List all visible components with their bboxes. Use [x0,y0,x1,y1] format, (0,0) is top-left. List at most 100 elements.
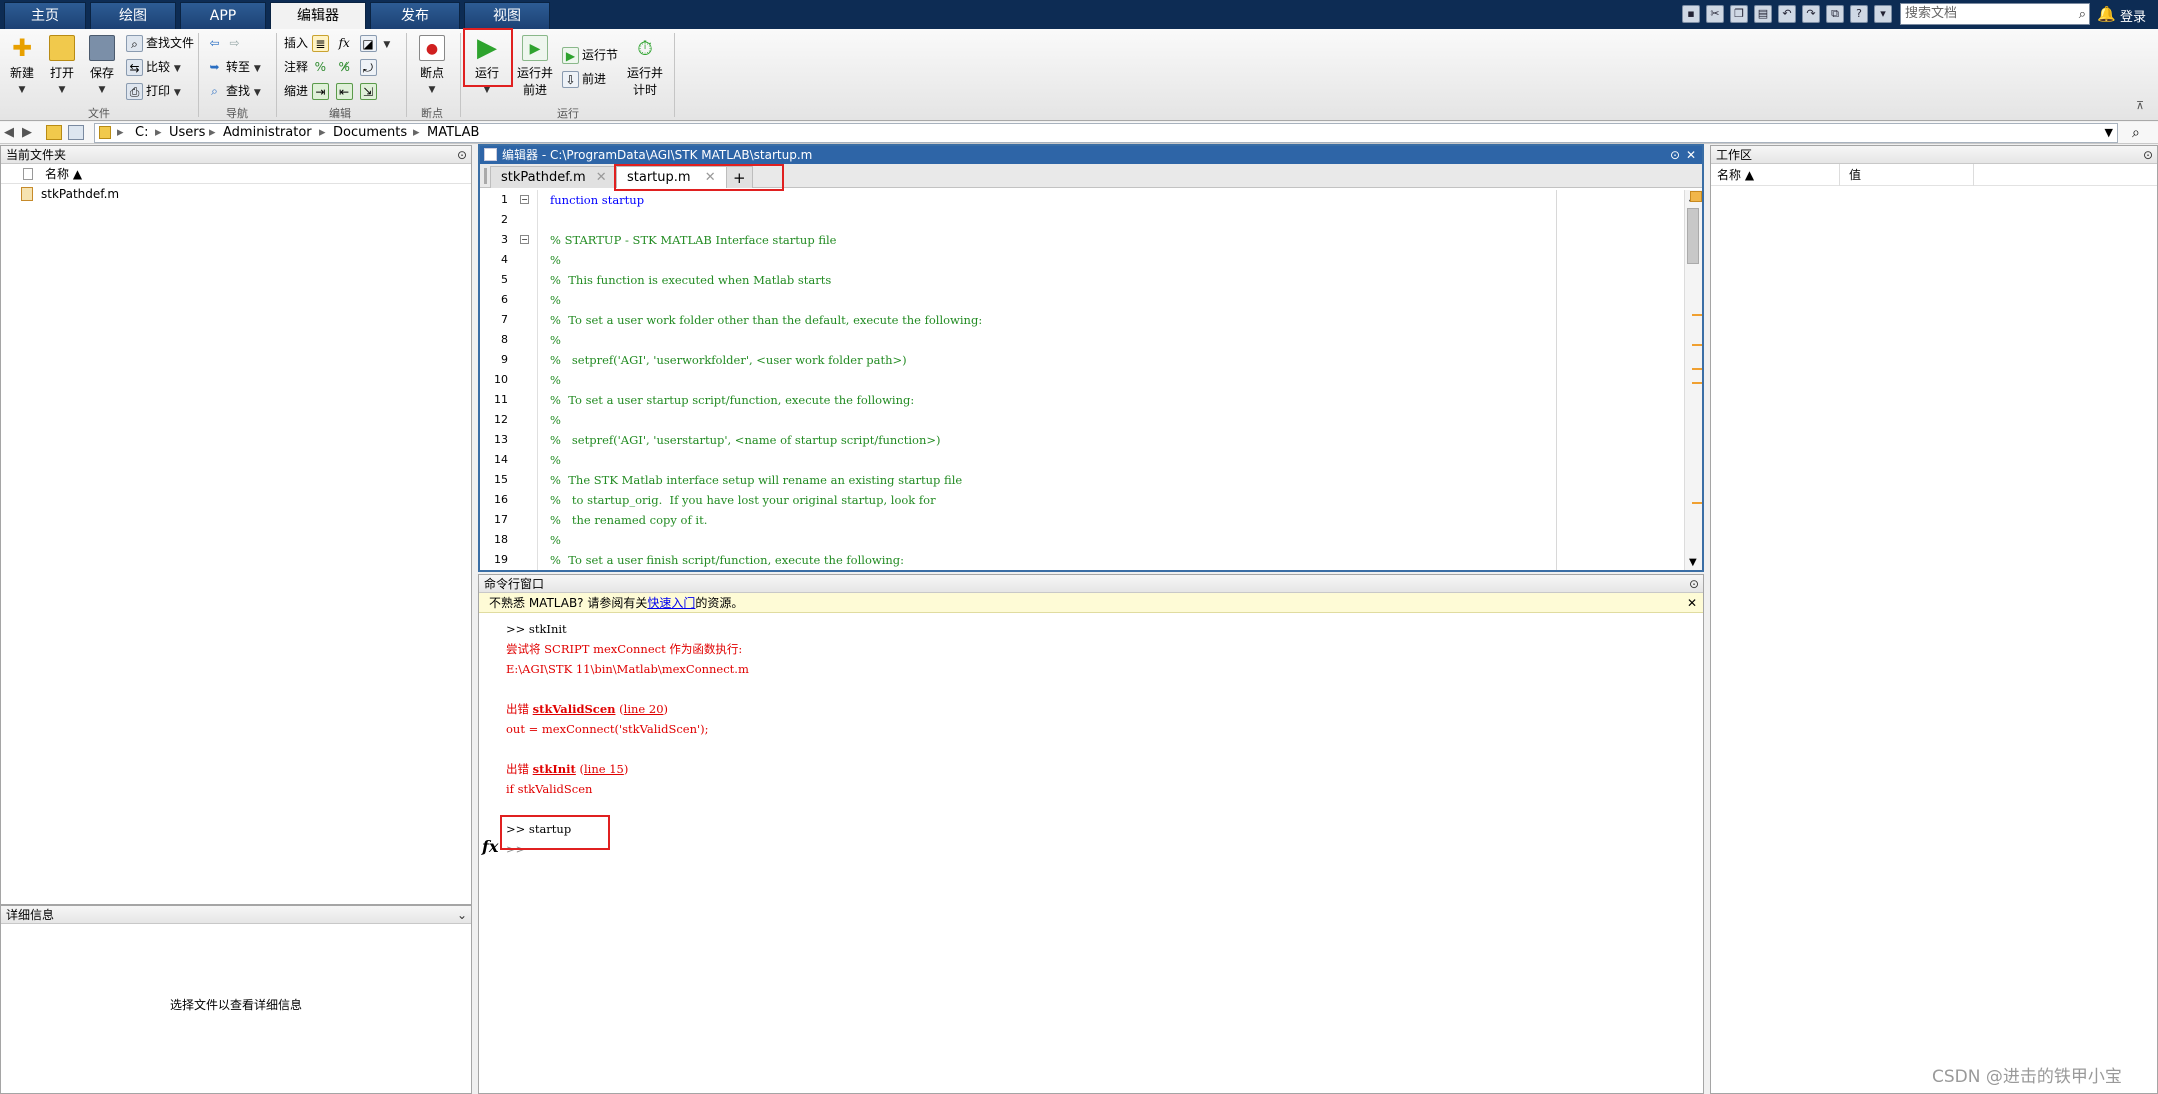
path-separator: ▸ [413,125,420,140]
editor-actions-icon[interactable]: ⊙ [1670,146,1680,164]
command-output[interactable]: >> stkInit 尝试将 SCRIPT mexConnect 作为函数执行:… [479,615,1703,1093]
tab-stkpathdef[interactable]: stkPathdef.m ✕ [490,166,618,188]
open-button[interactable]: 打开 ▼ [44,35,80,95]
redo-icon[interactable]: ↷ [1802,5,1820,23]
tab-plots[interactable]: 绘图 [90,2,176,29]
tab-publish[interactable]: 发布 [370,2,460,29]
group-label-edit: 编辑 [329,107,351,120]
bell-icon[interactable]: 🔔 [2097,5,2116,23]
find-files-button[interactable]: ⌕ 查找文件 [126,33,194,53]
goto-button[interactable]: ➥ 转至 ▼ [206,57,260,77]
column-name-header[interactable]: 名称 ▲ [1717,164,1754,186]
stopwatch-icon: ⏱ [637,36,653,60]
insert-icon: ≣ [311,35,329,52]
panel-actions-icon[interactable]: ⊙ [457,146,467,164]
run-section-button[interactable]: ▶ 运行节 [562,45,618,65]
decrease-indent-icon: ⇲ [359,83,377,100]
warning-marker[interactable] [1692,314,1702,316]
output-line: >> stkInit [506,622,567,636]
close-tab-icon[interactable]: ✕ [705,170,716,185]
up-folder-icon[interactable] [46,125,62,140]
new-button[interactable]: ✚ 新建 ▼ [4,35,40,95]
browse-folder-icon[interactable] [68,125,84,140]
copy-icon[interactable]: ❐ [1730,5,1748,23]
warning-marker[interactable] [1692,344,1702,346]
error-function-link[interactable]: stkInit [533,762,576,776]
path-segment[interactable]: Users [169,124,205,142]
tab-startup[interactable]: startup.m ✕ [616,166,727,188]
panel-actions-icon[interactable]: ⊙ [1689,575,1699,593]
command-window-title: 命令行窗口 ⊙ [479,575,1703,593]
insert-button[interactable]: 插入 ≣ fx ◪ ▼ [284,33,390,53]
group-label-breakpoints: 断点 [421,107,443,120]
tab-apps[interactable]: APP [180,2,266,29]
breakpoints-button[interactable]: ● 断点 ▼ [412,35,452,95]
comment-button[interactable]: 注释 % %̸ ⤾ [284,57,380,77]
forward-icon[interactable]: ▶ [22,122,32,144]
path-dropdown-icon[interactable]: ▼ [2105,124,2113,142]
undo-icon[interactable]: ↶ [1778,5,1796,23]
path-field[interactable]: ▸ C: ▸ Users ▸ Administrator ▸ Documents… [94,123,2118,143]
close-icon[interactable]: ✕ [1686,146,1696,164]
code-analyzer-indicator[interactable] [1690,191,1702,202]
collapse-ribbon-icon[interactable]: ⊼ [2136,99,2144,112]
new-tab-button[interactable]: + [726,166,753,188]
tab-home[interactable]: 主页 [4,2,86,29]
error-function-link[interactable]: stkValidScen [533,702,616,716]
close-banner-icon[interactable]: ✕ [1687,593,1697,613]
function-browser-fx-icon[interactable]: fx [482,837,498,856]
code-area[interactable]: 1 function startup 2 3% STARTUP - STK MAT… [480,190,1684,570]
run-button[interactable]: ▶ 运行 ▼ [468,35,506,95]
dropdown-icon[interactable]: ▾ [1874,5,1892,23]
login-link[interactable]: 登录 [2120,6,2146,25]
tab-editor[interactable]: 编辑器 [270,2,366,30]
insert-function-icon: ◪ [359,35,377,52]
getting-started-link[interactable]: 快速入门 [647,596,695,610]
error-line-link[interactable]: line 20 [624,702,664,716]
paste-icon[interactable]: ▤ [1754,5,1772,23]
command-window: 命令行窗口 ⊙ 不熟悉 MATLAB? 请参阅有关快速入门的资源。 ✕ >> s… [478,574,1704,1094]
path-segment[interactable]: Documents [333,124,407,142]
compare-button[interactable]: ⇆ 比较 ▼ [126,57,181,77]
warning-marker[interactable] [1692,502,1702,504]
group-separator [674,33,675,117]
advance-button[interactable]: ⇩ 前进 [562,69,606,89]
error-line-link[interactable]: line 15 [584,762,624,776]
save-icon[interactable]: ▪ [1682,5,1700,23]
indent-button[interactable]: 缩进 ⇥ ⇤ ⇲ [284,81,380,101]
column-name-header[interactable]: 名称 ▲ [45,164,82,184]
address-bar: ◀ ▶ ▸ C: ▸ Users ▸ Administrator ▸ Docum… [0,122,2158,144]
search-docs-input[interactable]: 搜索文档 ⌕ [1900,3,2090,25]
close-tab-icon[interactable]: ✕ [596,170,607,185]
group-separator [460,33,461,117]
switch-windows-icon[interactable]: ⧉ [1826,5,1844,23]
column-value-header[interactable]: 值 [1849,164,1861,186]
run-and-time-button[interactable]: ⏱ 运行并 计时 [622,35,668,98]
search-folder-icon[interactable]: ⌕ [2132,122,2140,144]
warning-marker[interactable] [1692,368,1702,370]
path-segment[interactable]: MATLAB [427,124,479,142]
back-forward-buttons[interactable]: ⇦ ⇨ [206,33,246,53]
path-segment[interactable]: C: [135,124,148,142]
warning-marker[interactable] [1692,382,1702,384]
scroll-thumb[interactable] [1687,208,1699,264]
scroll-down-icon[interactable]: ▼ [1689,557,1697,568]
command-prompt[interactable]: >> [506,839,525,859]
back-icon[interactable]: ◀ [4,122,14,144]
save-disk-icon [89,35,115,61]
panel-actions-icon[interactable]: ⊙ [2143,146,2153,164]
find-button[interactable]: ⌕ 查找 ▼ [206,81,261,101]
tab-view[interactable]: 视图 [464,2,550,29]
editor-scrollbar[interactable]: ▲ ▼ [1684,190,1702,570]
increase-indent-icon: ⇤ [335,83,353,100]
top-tab-bar: 主页 绘图 APP 编辑器 发布 视图 ▪ ✂ ❐ ▤ ↶ ↷ ⧉ ? ▾ 搜索… [0,0,2158,30]
path-segment[interactable]: Administrator [223,124,312,142]
help-icon[interactable]: ? [1850,5,1868,23]
print-button[interactable]: ⎙ 打印 ▼ [126,81,181,101]
list-item[interactable]: stkPathdef.m [1,184,471,204]
run-and-advance-button[interactable]: ▶ 运行并 前进 [512,35,558,98]
save-button[interactable]: 保存 ▼ [84,35,120,95]
file-list-header: 名称 ▲ [1,164,471,184]
cut-icon[interactable]: ✂ [1706,5,1724,23]
chevron-down-icon[interactable]: ⌄ [457,906,467,924]
